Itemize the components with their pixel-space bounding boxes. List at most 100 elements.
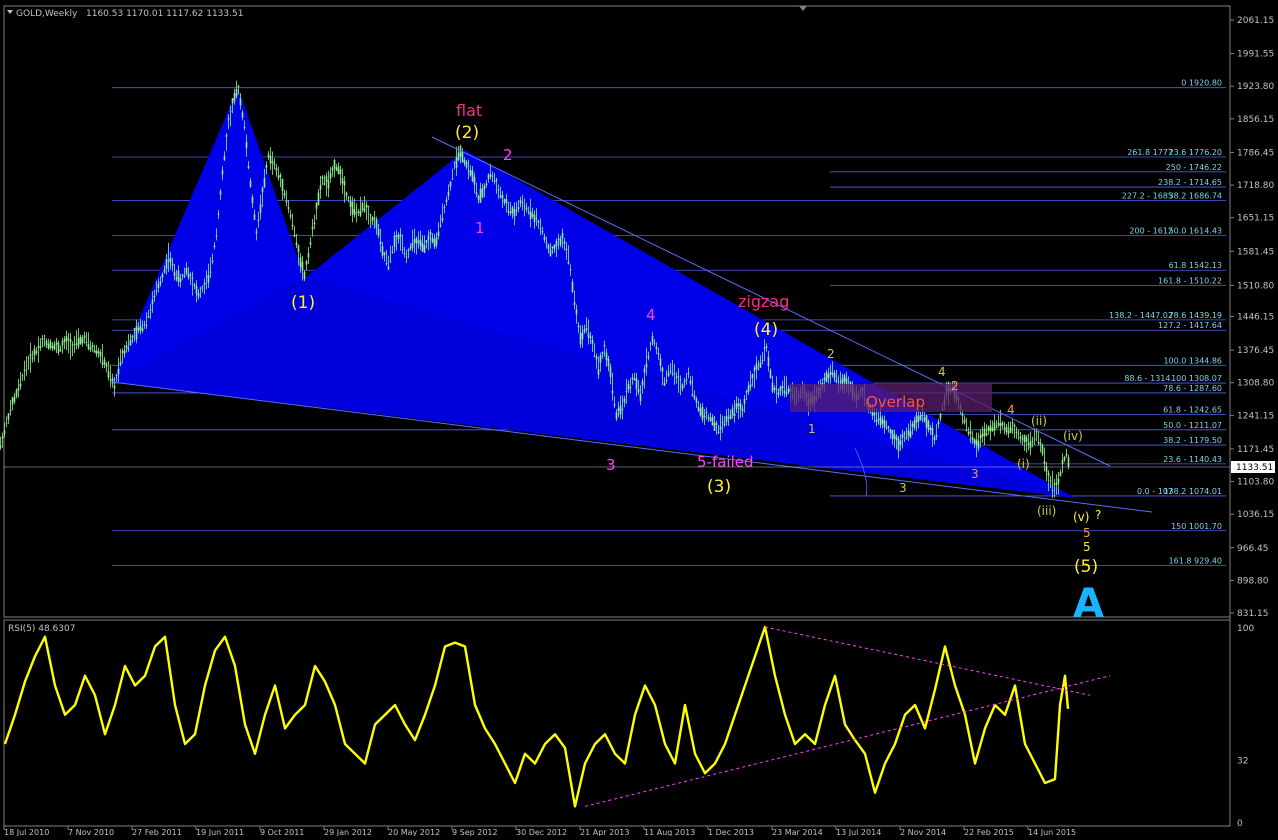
candle-body (129, 339, 132, 346)
candle-body (213, 245, 216, 248)
candle-body (463, 159, 466, 164)
candle-body (769, 370, 772, 379)
candle-body (329, 173, 332, 179)
candle-body (567, 261, 570, 264)
price-tick-label: 1581.45 (1237, 247, 1274, 257)
price-tick-label: 2061.15 (1237, 16, 1274, 26)
candle-body (897, 438, 900, 451)
candle-body (1, 436, 4, 439)
candle-body (435, 237, 438, 246)
candle-body (873, 412, 876, 416)
candle-body (879, 416, 882, 426)
candle-body (479, 188, 482, 203)
candle-body (249, 180, 252, 187)
candle-body (165, 259, 168, 270)
candle-body (163, 269, 166, 273)
time-tick-label: 1 Dec 2013 (708, 828, 754, 836)
candle-body (507, 210, 510, 213)
candle-body (451, 178, 454, 180)
candle-body (441, 217, 444, 221)
candle-body (845, 378, 848, 385)
shift-marker-icon[interactable] (799, 6, 807, 11)
fib-level-label: 227.2 - 1685 (1122, 192, 1173, 201)
candle-body (133, 328, 136, 331)
candle-body (173, 271, 176, 277)
price-tick-label: 1991.55 (1237, 50, 1274, 60)
candle-body (1005, 426, 1008, 433)
candle-body (117, 368, 120, 375)
candle-body (655, 346, 658, 350)
candle-body (295, 242, 298, 246)
candle-body (219, 191, 222, 195)
fib-level-label: 23.6 1776.20 (1169, 148, 1222, 157)
candle-body (559, 238, 562, 246)
candle-body (833, 373, 836, 379)
candle-body (1009, 426, 1012, 433)
price-tick-label: 1446.15 (1237, 313, 1274, 323)
fib-level-label: 0.0 - 107 (1137, 487, 1173, 496)
wave-4-label: (4) (754, 320, 778, 340)
candle-body (689, 380, 692, 384)
candle-body (935, 435, 938, 437)
fib-level-label: 150 1001.70 (1171, 522, 1222, 531)
candle-body (381, 246, 384, 256)
candle-body (745, 391, 748, 393)
candle-body (687, 373, 690, 375)
candle-body (455, 157, 458, 169)
candle-body (629, 387, 632, 389)
candle-body (147, 315, 150, 318)
candle-body (257, 219, 260, 222)
candle-body (503, 199, 506, 203)
candle-body (501, 194, 504, 199)
candle-body (175, 277, 178, 280)
candle-body (211, 260, 214, 262)
candle-body (483, 185, 486, 190)
candle-body (353, 209, 356, 216)
candle-body (3, 430, 6, 435)
candle-body (303, 271, 306, 280)
time-tick-label: 27 Feb 2011 (132, 828, 182, 836)
candle-body (247, 166, 250, 169)
dropdown-triangle-icon[interactable] (7, 10, 13, 14)
candle-body (199, 287, 202, 289)
candle-body (669, 370, 672, 372)
candle-body (427, 235, 430, 240)
candle-body (641, 380, 644, 386)
candle-body (125, 345, 128, 349)
candle-body (691, 394, 694, 397)
candle-body (301, 261, 304, 271)
price-tick-label: 898.80 (1237, 576, 1269, 586)
time-tick-label: 22 Feb 2015 (964, 828, 1014, 836)
candle-body (141, 328, 144, 331)
candle-body (363, 208, 366, 212)
candle-body (101, 362, 104, 365)
candle-body (411, 242, 414, 248)
orange-4-label: 4 (1007, 403, 1015, 417)
candle-body (613, 404, 616, 406)
candle-body (87, 343, 90, 349)
candle-body (899, 440, 902, 445)
candle-body (527, 212, 530, 214)
candle-body (229, 110, 232, 112)
candle-body (967, 432, 970, 434)
zigzag-label: zigzag (738, 292, 789, 311)
candle-body (735, 403, 738, 410)
time-tick-label: 20 May 2012 (388, 828, 440, 836)
candle-body (637, 388, 640, 393)
candle-body (537, 220, 540, 223)
candle-body (513, 209, 516, 217)
candle-body (265, 164, 268, 168)
candle-body (665, 380, 668, 382)
rsi-resistance-line (764, 626, 1091, 696)
candle-body (283, 192, 286, 196)
rsi-tick-label: 32 (1237, 757, 1248, 767)
candle-body (849, 381, 852, 385)
candle-body (9, 409, 12, 412)
candle-body (487, 174, 490, 179)
candle-body (747, 385, 750, 392)
candle-body (159, 281, 162, 284)
candle-body (469, 170, 472, 176)
chart-canvas: GOLD,Weekly 1160.53 1170.01 1117.62 1133… (0, 5, 1275, 837)
candle-body (901, 433, 904, 438)
candle-body (465, 162, 468, 168)
